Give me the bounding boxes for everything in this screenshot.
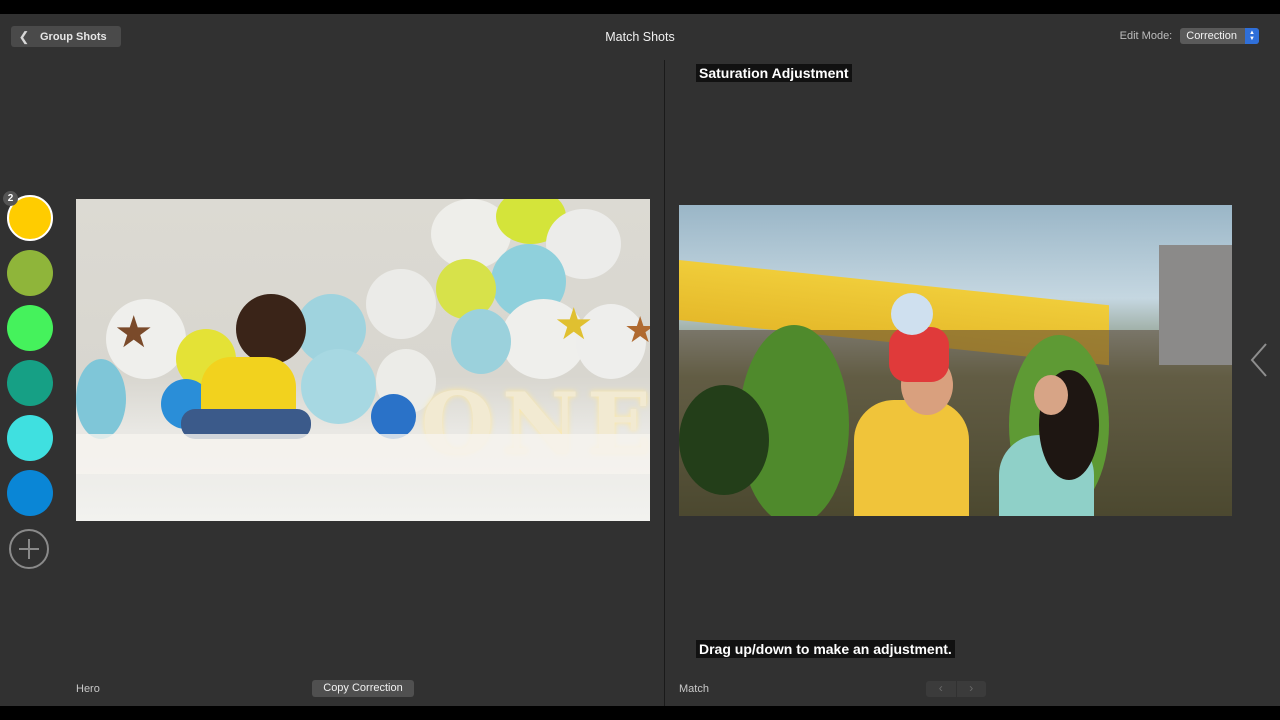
group-swatch-cyan[interactable] xyxy=(7,415,53,461)
adjustment-hint: Drag up/down to make an adjustment. xyxy=(696,640,955,658)
woman-face xyxy=(1034,375,1068,415)
hero-image[interactable]: ★ ★ ★ ONE xyxy=(76,199,650,521)
balloon xyxy=(451,309,511,374)
select-arrows-icon: ▲ ▼ xyxy=(1245,28,1259,44)
prev-chevron-left-icon[interactable]: ‹ xyxy=(926,681,956,697)
match-image[interactable] xyxy=(679,205,1232,516)
shrub xyxy=(679,385,769,495)
match-label: Match xyxy=(679,683,709,695)
child-figure xyxy=(236,294,306,364)
balloon xyxy=(301,349,376,424)
panel-divider xyxy=(664,60,665,706)
group-swatch-blue[interactable] xyxy=(7,470,53,516)
next-chevron-right-icon[interactable]: › xyxy=(956,681,986,697)
child-head xyxy=(891,293,933,335)
child-shirt xyxy=(889,327,949,382)
edit-mode-control: Edit Mode: Correction ▲ ▼ xyxy=(1120,28,1259,44)
group-swatch-green[interactable] xyxy=(7,305,53,351)
side-chevron-left-icon[interactable] xyxy=(1248,340,1272,380)
star-decoration: ★ xyxy=(554,300,594,349)
group-swatch-teal[interactable] xyxy=(7,360,53,406)
add-group-plus-icon[interactable] xyxy=(9,529,49,569)
edit-mode-label: Edit Mode: xyxy=(1119,30,1173,42)
edit-mode-select[interactable]: Correction ▲ ▼ xyxy=(1180,28,1259,44)
hero-label: Hero xyxy=(76,683,100,695)
group-count-badge: 2 xyxy=(3,191,18,206)
group-swatch-olive[interactable] xyxy=(7,250,53,296)
match-shots-window: ❮ Group Shots Match Shots Edit Mode: Cor… xyxy=(0,14,1280,706)
balloon xyxy=(366,269,436,339)
copy-correction-button[interactable]: Copy Correction xyxy=(312,680,414,697)
window-title: Match Shots xyxy=(605,30,675,44)
match-navigation: ‹ › xyxy=(926,681,986,697)
rug xyxy=(76,434,650,474)
adjustment-title: Saturation Adjustment xyxy=(696,64,852,82)
edit-mode-value: Correction xyxy=(1186,30,1237,42)
balloon xyxy=(371,394,416,439)
roof-right xyxy=(1159,245,1232,365)
balloon xyxy=(76,359,126,439)
man-shirt xyxy=(854,400,969,516)
star-decoration: ★ xyxy=(624,309,650,350)
star-decoration: ★ xyxy=(114,308,154,357)
